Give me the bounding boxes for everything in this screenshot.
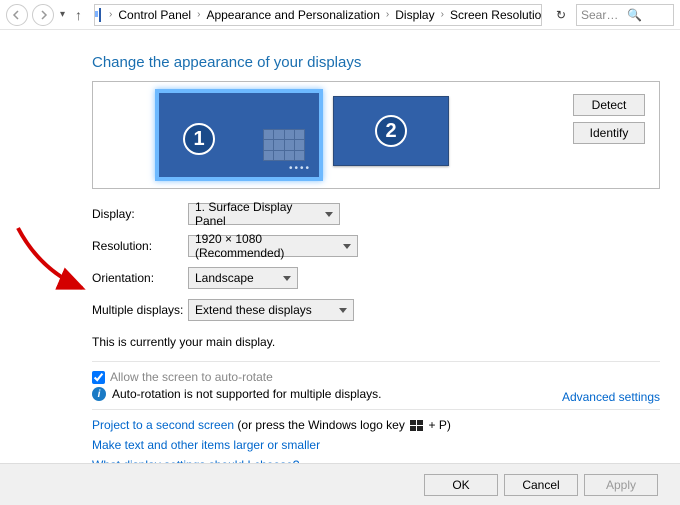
resolution-select[interactable]: 1920 × 1080 (Recommended)	[188, 235, 358, 257]
control-panel-icon	[99, 8, 101, 22]
settings-form: Display: 1. Surface Display Panel Resolu…	[92, 203, 660, 321]
keypad-graphic	[263, 129, 305, 161]
detect-button[interactable]: Detect	[573, 94, 645, 116]
display-select[interactable]: 1. Surface Display Panel	[188, 203, 340, 225]
refresh-button[interactable]: ↻	[550, 8, 572, 22]
resolution-label: Resolution:	[92, 239, 188, 253]
monitor-number: 2	[375, 115, 407, 147]
taskbar-graphic: ••••	[289, 163, 311, 174]
ok-button[interactable]: OK	[424, 474, 498, 496]
cancel-button[interactable]: Cancel	[504, 474, 578, 496]
search-placeholder: Search Cont...	[581, 8, 623, 22]
monitor-number: 1	[183, 123, 215, 155]
auto-rotate-info: Auto-rotation is not supported for multi…	[112, 387, 381, 401]
display-label: Display:	[92, 207, 188, 221]
forward-button[interactable]	[32, 4, 54, 26]
multiple-displays-select[interactable]: Extend these displays	[188, 299, 354, 321]
arrow-left-icon	[12, 10, 22, 20]
apply-button[interactable]: Apply	[584, 474, 658, 496]
breadcrumb-item[interactable]: Display	[395, 8, 434, 22]
explorer-navbar: ▾ ↑ › Control Panel › Appearance and Per…	[0, 0, 680, 30]
monitor-2[interactable]: 2	[333, 96, 449, 166]
address-bar[interactable]: › Control Panel › Appearance and Persona…	[94, 4, 542, 26]
windows-key-icon	[410, 420, 423, 431]
search-input[interactable]: Search Cont... 🔍	[576, 4, 674, 26]
auto-rotate-checkbox[interactable]	[92, 371, 105, 384]
multiple-displays-label: Multiple displays:	[92, 303, 188, 317]
orientation-select[interactable]: Landscape	[188, 267, 298, 289]
orientation-label: Orientation:	[92, 271, 188, 285]
advanced-settings-link[interactable]: Advanced settings	[562, 390, 660, 404]
breadcrumb-item[interactable]: Appearance and Personalization	[206, 8, 379, 22]
auto-rotate-label: Allow the screen to auto-rotate	[110, 370, 273, 384]
breadcrumb-item[interactable]: Screen Resolution	[450, 8, 542, 22]
identify-button[interactable]: Identify	[573, 122, 645, 144]
up-button[interactable]: ↑	[71, 7, 86, 23]
project-link-row: Project to a second screen (or press the…	[92, 418, 660, 432]
content-pane: Change the appearance of your displays 1…	[0, 30, 680, 472]
info-icon: i	[92, 387, 106, 401]
text-size-link[interactable]: Make text and other items larger or smal…	[92, 438, 660, 452]
back-button[interactable]	[6, 4, 28, 26]
search-icon: 🔍	[627, 8, 669, 22]
display-preview: 1 •••• 2 Detect Identify	[92, 81, 660, 189]
project-link[interactable]: Project to a second screen	[92, 418, 234, 432]
page-title: Change the appearance of your displays	[92, 54, 660, 71]
arrow-right-icon	[38, 10, 48, 20]
dialog-footer: OK Cancel Apply	[0, 463, 680, 505]
main-display-note: This is currently your main display.	[92, 335, 660, 349]
breadcrumb-sep: ›	[105, 9, 116, 20]
breadcrumb-item[interactable]: Control Panel	[118, 8, 191, 22]
recent-locations-dropdown[interactable]: ▾	[58, 9, 67, 20]
monitor-1[interactable]: 1 ••••	[155, 89, 323, 181]
